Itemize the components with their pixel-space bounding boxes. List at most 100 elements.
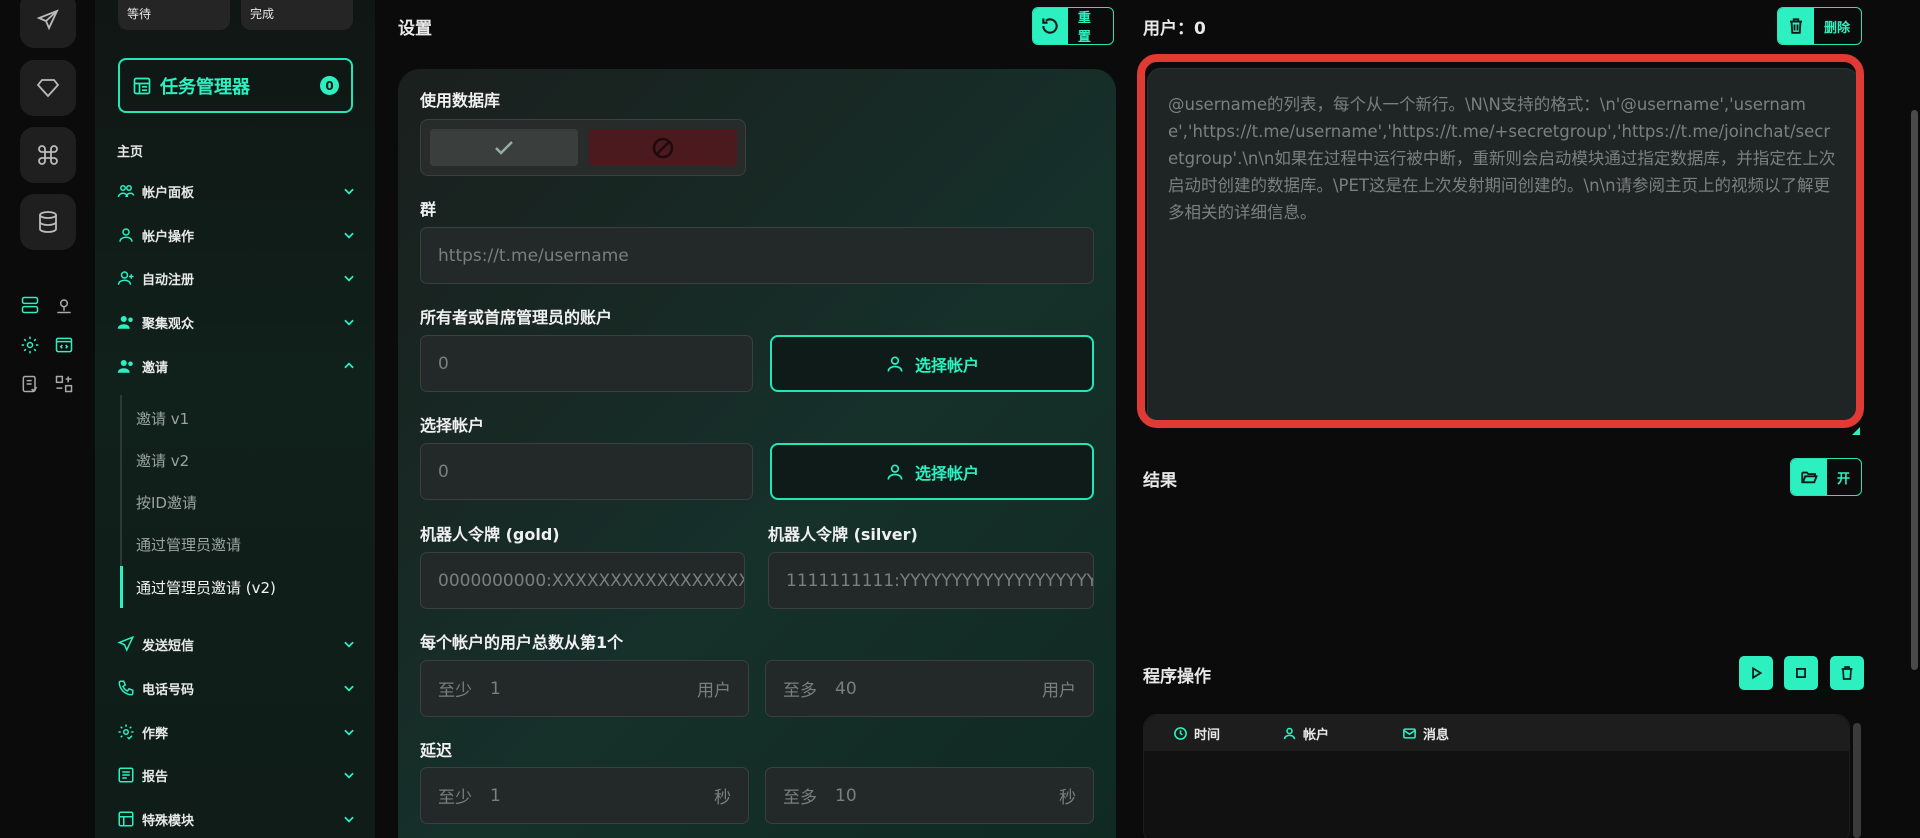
use-db-yes[interactable]	[430, 129, 578, 166]
chevron-down-icon	[341, 227, 357, 243]
sidebar-item-label: 电话号码	[142, 682, 195, 698]
sidebar-item-account-ops[interactable]: 帐户操作	[117, 223, 357, 247]
refresh-icon	[1033, 8, 1068, 44]
sub-item-invite-v1[interactable]: 邀请 v1	[136, 408, 189, 429]
ban-icon	[651, 136, 675, 160]
open-folder-button[interactable]: 开	[1790, 458, 1862, 496]
bot-gold-label: 机器人令牌 (gold)	[420, 525, 560, 544]
task-count-badge: 0	[320, 76, 339, 95]
resize-handle-icon[interactable]	[1852, 420, 1860, 435]
user-icon	[117, 226, 135, 244]
col-time-label: 时间	[1194, 728, 1221, 743]
users-max-input[interactable]: 至多 40 用户	[765, 660, 1094, 717]
task-manager-button[interactable]: 任务管理器 0	[118, 58, 353, 113]
clock-icon	[1173, 726, 1188, 741]
settings-icon[interactable]	[19, 334, 41, 356]
send-icon	[117, 635, 135, 653]
command-icon[interactable]	[20, 127, 76, 183]
icon-rail	[0, 0, 95, 838]
log-scrollbar[interactable]	[1853, 723, 1861, 838]
select-owner-account-button[interactable]: 选择帐户	[770, 335, 1094, 392]
map-pin-icon[interactable]	[53, 294, 75, 316]
database-icon[interactable]	[20, 194, 76, 250]
sub-item-invite-via-admin[interactable]: 通过管理员邀请	[136, 534, 241, 555]
sidebar-item-phone-numbers[interactable]: 电话号码	[117, 676, 357, 700]
use-db-toggle	[420, 119, 746, 176]
delete-label: 删除	[1824, 20, 1851, 36]
delay-max-value: 10	[835, 785, 857, 806]
users-unit: 用户	[1042, 681, 1076, 701]
reset-label: 重置	[1077, 11, 1091, 45]
sidebar-item-gather-audience[interactable]: 聚集观众	[117, 310, 357, 334]
diamond-icon[interactable]	[20, 60, 76, 116]
stop-button[interactable]	[1784, 656, 1818, 690]
delay-min-value: 1	[490, 785, 501, 806]
send-icon[interactable]	[20, 0, 76, 48]
phone-icon	[117, 679, 135, 697]
bot-silver-label: 机器人令牌 (silver)	[768, 525, 918, 544]
play-button[interactable]	[1739, 656, 1773, 690]
sidebar-item-auto-register[interactable]: 自动注册	[117, 266, 357, 290]
select-account-label: 选择帐户	[420, 416, 485, 435]
group-input[interactable]: https://t.me/username	[420, 227, 1094, 284]
max-prefix: 至多	[783, 681, 817, 701]
sidebar-item-account-panel[interactable]: 帐户面板	[117, 179, 357, 203]
code-window-icon[interactable]	[53, 334, 75, 356]
sub-item-invite-via-admin-v2[interactable]: 通过管理员邀请 (v2)	[136, 577, 276, 598]
users-per-account-label: 每个帐户的用户总数从第1个	[420, 633, 624, 652]
sidebar-item-cheat[interactable]: 作弊	[117, 720, 357, 744]
delay-min-input[interactable]: 至少 1 秒	[420, 767, 749, 824]
users-count-title: 用户：0	[1143, 19, 1206, 39]
sidebar-item-send-sms[interactable]: 发送短信	[117, 632, 357, 656]
sub-item-invite-by-id[interactable]: 按ID邀请	[136, 492, 197, 513]
status-chip-done[interactable]: 完成	[241, 0, 353, 30]
checklist-icon[interactable]	[19, 373, 41, 395]
status-chip-waiting[interactable]: 等待	[118, 0, 230, 30]
program-ops-title: 程序操作	[1143, 667, 1211, 687]
reset-button[interactable]: 重置	[1032, 7, 1114, 45]
check-icon	[492, 136, 516, 160]
owner-account-field[interactable]: 0	[420, 335, 753, 392]
components-icon[interactable]	[53, 373, 75, 395]
bot-silver-input[interactable]: 1111111111:YYYYYYYYYYYYYYYYYYYYYYYYYYYYY…	[768, 552, 1094, 609]
min-prefix: 至少	[438, 681, 472, 701]
user-group-icon	[117, 313, 135, 331]
users-icon	[117, 182, 135, 200]
mail-icon	[1402, 726, 1417, 741]
user-icon	[885, 462, 905, 482]
page-scrollbar[interactable]	[1911, 110, 1918, 670]
col-time[interactable]: 时间	[1173, 724, 1220, 743]
chevron-down-icon	[341, 270, 357, 286]
sidebar-item-label: 聚集观众	[142, 316, 195, 332]
use-db-no[interactable]	[589, 129, 737, 166]
task-manager-icon	[132, 76, 152, 96]
sidebar-item-label: 发送短信	[142, 638, 195, 654]
bot-gold-input[interactable]: 0000000000:XXXXXXXXXXXXXXXXXXXXXXXXXXXXX…	[420, 552, 745, 609]
module-icon	[117, 810, 135, 828]
sidebar-item-special-modules[interactable]: 特殊模块	[117, 807, 357, 831]
server-icon[interactable]	[19, 294, 41, 316]
col-message[interactable]: 消息	[1402, 724, 1449, 743]
col-account[interactable]: 帐户	[1282, 724, 1329, 743]
chevron-down-icon	[341, 680, 357, 696]
select-account-field[interactable]: 0	[420, 443, 753, 500]
owner-value: 0	[438, 353, 449, 374]
sidebar-item-invite[interactable]: 邀请	[117, 354, 357, 378]
select-account-button[interactable]: 选择帐户	[770, 443, 1094, 500]
sidebar-item-report[interactable]: 报告	[117, 763, 357, 787]
chevron-down-icon	[341, 811, 357, 827]
select-account-label: 选择帐户	[914, 463, 979, 483]
sub-item-invite-v2[interactable]: 邀请 v2	[136, 450, 189, 471]
nav-home[interactable]: 主页	[117, 141, 143, 160]
users-min-input[interactable]: 至少 1 用户	[420, 660, 749, 717]
delete-button[interactable]: 删除	[1777, 7, 1862, 45]
trash-icon	[1841, 666, 1853, 680]
users-max-value: 40	[835, 678, 857, 699]
sidebar-item-label: 作弊	[142, 726, 169, 742]
sidebar-item-label: 特殊模块	[142, 813, 195, 829]
delay-max-input[interactable]: 至多 10 秒	[765, 767, 1094, 824]
users-unit: 用户	[697, 681, 731, 701]
clear-log-button[interactable]	[1830, 656, 1864, 690]
user-icon	[885, 354, 905, 374]
chevron-up-icon	[341, 358, 357, 374]
